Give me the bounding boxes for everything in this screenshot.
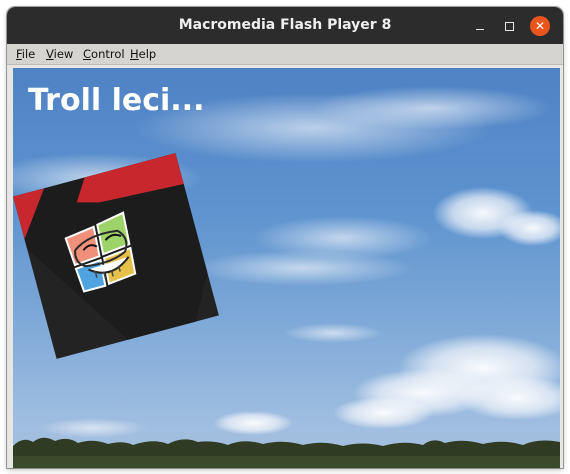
flash-player-window: Macromedia Flash Player 8 ✕ File View Co… bbox=[7, 7, 563, 468]
flash-stage[interactable]: Troll leci... bbox=[13, 68, 560, 468]
title-bar[interactable]: Macromedia Flash Player 8 ✕ bbox=[7, 7, 563, 44]
menu-view-mnemonic: V bbox=[46, 47, 54, 61]
close-icon: ✕ bbox=[534, 19, 546, 33]
maximize-button[interactable] bbox=[499, 16, 519, 36]
menu-view[interactable]: View bbox=[46, 47, 73, 61]
menu-help[interactable]: Help bbox=[130, 47, 156, 61]
minimize-button[interactable] bbox=[470, 16, 490, 36]
menu-control-label: ontrol bbox=[91, 47, 125, 61]
close-button[interactable]: ✕ bbox=[530, 16, 550, 36]
menu-view-label: iew bbox=[53, 47, 74, 61]
stage-caption: Troll leci... bbox=[28, 83, 205, 118]
menu-control[interactable]: Control bbox=[83, 47, 125, 61]
menu-file-label: ile bbox=[21, 47, 36, 61]
menu-control-mnemonic: C bbox=[83, 47, 92, 61]
menu-bar: File View Control Help bbox=[7, 44, 563, 65]
menu-help-label: elp bbox=[138, 47, 157, 61]
minimize-icon bbox=[476, 29, 484, 30]
menu-help-mnemonic: H bbox=[130, 47, 139, 61]
maximize-icon bbox=[504, 21, 514, 31]
menu-file[interactable]: File bbox=[16, 47, 35, 61]
sky-background bbox=[13, 86, 560, 468]
